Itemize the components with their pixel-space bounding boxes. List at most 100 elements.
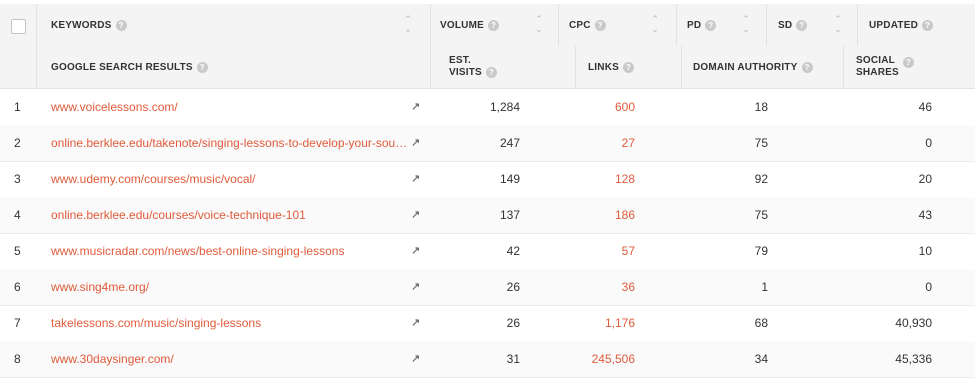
table-row: 6 www.sing4me.org/ ↗ 26 36 1 0 (0, 269, 975, 306)
social-shares-value: 20 (918, 172, 932, 186)
social-label-2: SHARES (856, 67, 899, 78)
domain-authority-value: 92 (754, 172, 768, 186)
domain-authority-value: 34 (754, 352, 768, 366)
est-visits-value: 42 (506, 244, 520, 258)
external-link-icon[interactable]: ↗ (411, 269, 423, 305)
help-icon[interactable]: ? (705, 19, 717, 31)
links-value[interactable]: 1,176 (575, 305, 635, 341)
pd-label: PD (687, 19, 702, 31)
rank: 1 (14, 100, 21, 114)
result-url-link[interactable]: www.voicelessons.com/ (51, 89, 409, 125)
updated-label: UPDATED (869, 19, 918, 31)
rank: 8 (14, 352, 21, 366)
sd-label: SD (778, 19, 793, 31)
divider (558, 4, 559, 46)
divider (430, 46, 431, 88)
result-url-link[interactable]: www.30daysinger.com/ (51, 341, 409, 377)
social-shares-value: 46 (918, 100, 932, 114)
links-value[interactable]: 245,506 (575, 341, 635, 377)
result-url-link[interactable]: www.sing4me.org/ (51, 269, 409, 305)
est-visits-value: 26 (506, 316, 520, 330)
result-url-link[interactable]: online.berklee.edu/courses/voice-techniq… (51, 197, 409, 233)
external-link-icon[interactable]: ↗ (411, 161, 423, 197)
est-visits-label-2: VISITS (449, 67, 482, 78)
external-link-icon[interactable]: ↗ (411, 233, 423, 269)
pd-header[interactable]: PD? (687, 4, 717, 46)
help-icon[interactable]: ? (594, 19, 606, 31)
social-shares-value: 43 (918, 208, 932, 222)
external-link-icon[interactable]: ↗ (411, 125, 423, 161)
domain-authority-value: 75 (754, 208, 768, 222)
result-url-link[interactable]: takelessons.com/music/singing-lessons (51, 305, 409, 341)
social-shares-header: SOCIAL SHARES? (856, 46, 914, 88)
divider (676, 4, 677, 46)
sort-keywords-icon[interactable]: ⌃ ⌄ (402, 14, 414, 36)
google-results-label: GOOGLE SEARCH RESULTS (51, 61, 193, 73)
help-icon[interactable]: ? (196, 61, 208, 73)
select-all-checkbox[interactable] (11, 19, 26, 34)
volume-label: VOLUME (440, 19, 484, 31)
links-value[interactable]: 57 (575, 233, 635, 269)
divider (843, 46, 844, 88)
sort-pd-icon[interactable]: ⌃ ⌄ (740, 14, 752, 36)
links-value[interactable]: 600 (575, 89, 635, 125)
rank: 3 (14, 172, 21, 186)
est-visits-value: 149 (499, 172, 520, 186)
links-value[interactable]: 186 (575, 197, 635, 233)
table-row: 5 www.musicradar.com/news/best-online-si… (0, 233, 975, 270)
est-visits-value: 1,284 (489, 100, 520, 114)
external-link-icon[interactable]: ↗ (411, 197, 423, 233)
serp-table: KEYWORDS? ⌃ ⌄ VOLUME? ⌃ ⌄ CPC? ⌃ ⌄ PD? ⌃ ⌄ S… (0, 0, 975, 384)
keywords-header[interactable]: KEYWORDS? (51, 4, 127, 46)
help-icon[interactable]: ? (487, 19, 499, 31)
domain-authority-value: 75 (754, 136, 768, 150)
sd-header[interactable]: SD? (778, 4, 808, 46)
table-row: 2 online.berklee.edu/takenote/singing-le… (0, 125, 975, 162)
est-visits-value: 31 (506, 352, 520, 366)
keywords-label: KEYWORDS (51, 19, 112, 31)
result-url-link[interactable]: online.berklee.edu/takenote/singing-less… (51, 125, 409, 161)
cpc-header[interactable]: CPC? (569, 4, 606, 46)
external-link-icon[interactable]: ↗ (411, 341, 423, 377)
social-shares-value: 0 (925, 136, 932, 150)
help-icon[interactable]: ? (796, 19, 808, 31)
est-visits-value: 26 (506, 280, 520, 294)
volume-header[interactable]: VOLUME? (440, 4, 499, 46)
domain-authority-value: 68 (754, 316, 768, 330)
help-icon[interactable]: ? (801, 61, 813, 73)
external-link-icon[interactable]: ↗ (411, 305, 423, 341)
table-row: 3 www.udemy.com/courses/music/vocal/ ↗ 1… (0, 161, 975, 198)
help-icon[interactable]: ? (922, 19, 933, 31)
result-url-link[interactable]: www.musicradar.com/news/best-online-sing… (51, 233, 409, 269)
results-body: 1 www.voicelessons.com/ ↗ 1,284 600 18 4… (0, 89, 975, 384)
external-link-icon[interactable]: ↗ (411, 89, 423, 125)
divider (681, 46, 682, 88)
rank: 7 (14, 316, 21, 330)
domain-authority-value: 1 (761, 280, 768, 294)
rank: 2 (14, 136, 21, 150)
table-row: 7 takelessons.com/music/singing-lessons … (0, 305, 975, 342)
links-value[interactable]: 27 (575, 125, 635, 161)
links-value[interactable]: 128 (575, 161, 635, 197)
rank: 4 (14, 208, 21, 222)
result-url-link[interactable]: www.udemy.com/courses/music/vocal/ (51, 161, 409, 197)
social-label-1: SOCIAL (856, 55, 895, 66)
domain-authority-value: 18 (754, 100, 768, 114)
help-icon[interactable]: ? (623, 61, 634, 73)
links-value[interactable]: 36 (575, 269, 635, 305)
rank: 5 (14, 244, 21, 258)
sort-cpc-icon[interactable]: ⌃ ⌄ (649, 14, 661, 36)
social-shares-value: 40,930 (895, 316, 932, 330)
serp-header-row: GOOGLE SEARCH RESULTS? EST. VISITS? LINKS… (0, 46, 975, 89)
help-icon[interactable]: ? (115, 19, 127, 31)
social-shares-value: 10 (918, 244, 932, 258)
help-icon[interactable]: ? (485, 66, 497, 78)
rank: 6 (14, 280, 21, 294)
sort-sd-icon[interactable]: ⌃ ⌄ (832, 14, 844, 36)
divider (766, 4, 767, 46)
help-icon[interactable]: ? (902, 56, 914, 68)
table-row: 8 www.30daysinger.com/ ↗ 31 245,506 34 4… (0, 341, 975, 378)
table-row: 4 online.berklee.edu/courses/voice-techn… (0, 197, 975, 234)
sort-volume-icon[interactable]: ⌃ ⌄ (533, 14, 545, 36)
updated-header[interactable]: UPDATED? (869, 4, 933, 46)
